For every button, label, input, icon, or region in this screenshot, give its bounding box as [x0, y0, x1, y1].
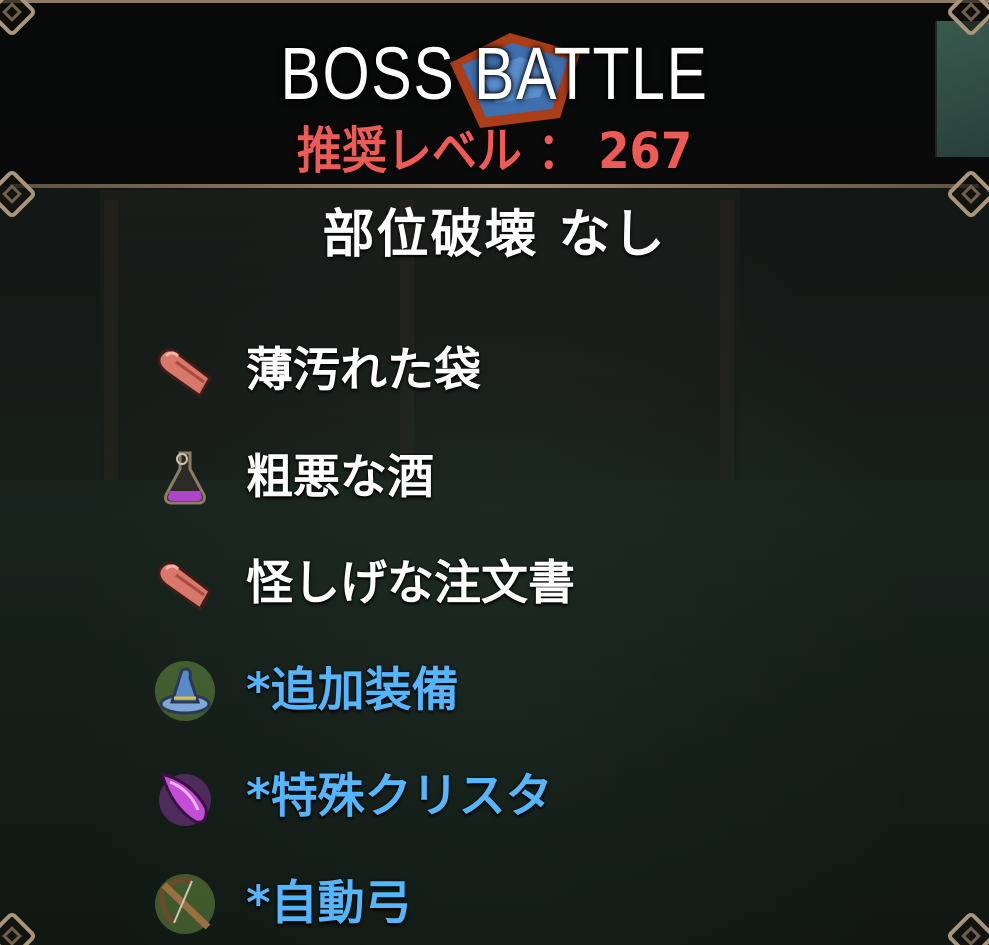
- reward-label: 薄汚れた袋: [246, 343, 481, 398]
- potion-flask-icon: [164, 451, 206, 504]
- wizard-hat-icon: [155, 660, 215, 721]
- reward-item: *特殊クリスタ: [152, 764, 852, 871]
- cloth-scroll-icon: [157, 348, 212, 399]
- reward-label: *特殊クリスタ: [246, 769, 553, 824]
- recommended-level: 推奨レベル ： 267: [296, 122, 693, 180]
- reward-label: 怪しげな注文書: [246, 556, 575, 611]
- reward-item: 薄汚れた袋: [152, 338, 852, 445]
- boss-header-banner: BOSS BATTLE 推奨レベル ： 267: [0, 0, 989, 188]
- crossbow-icon: [155, 873, 215, 934]
- crystal-icon: [159, 771, 211, 826]
- boss-battle-screen: BOSS BATTLE 推奨レベル ： 267 部位破壊 なし 薄汚れた袋 粗悪…: [0, 0, 989, 945]
- reward-item: 怪しげな注文書: [152, 551, 852, 658]
- reward-label: *追加装備: [246, 662, 459, 718]
- reward-label: 粗悪な酒: [246, 449, 434, 505]
- reward-label: *自動弓: [246, 875, 412, 931]
- equipment-art: [935, 21, 989, 157]
- cloth-scroll-icon: [157, 561, 212, 612]
- reward-item: *追加装備: [152, 658, 852, 765]
- reward-item: *自動弓: [152, 871, 852, 945]
- reward-list[interactable]: 薄汚れた袋 粗悪な酒 怪しげな注文書 *追加装備 *特殊クリスタ *自動弓: [152, 338, 852, 945]
- reward-item: 粗悪な酒: [152, 445, 852, 552]
- part-break-status: 部位破壊 なし: [322, 205, 667, 265]
- page-title: BOSS BATTLE: [280, 32, 709, 115]
